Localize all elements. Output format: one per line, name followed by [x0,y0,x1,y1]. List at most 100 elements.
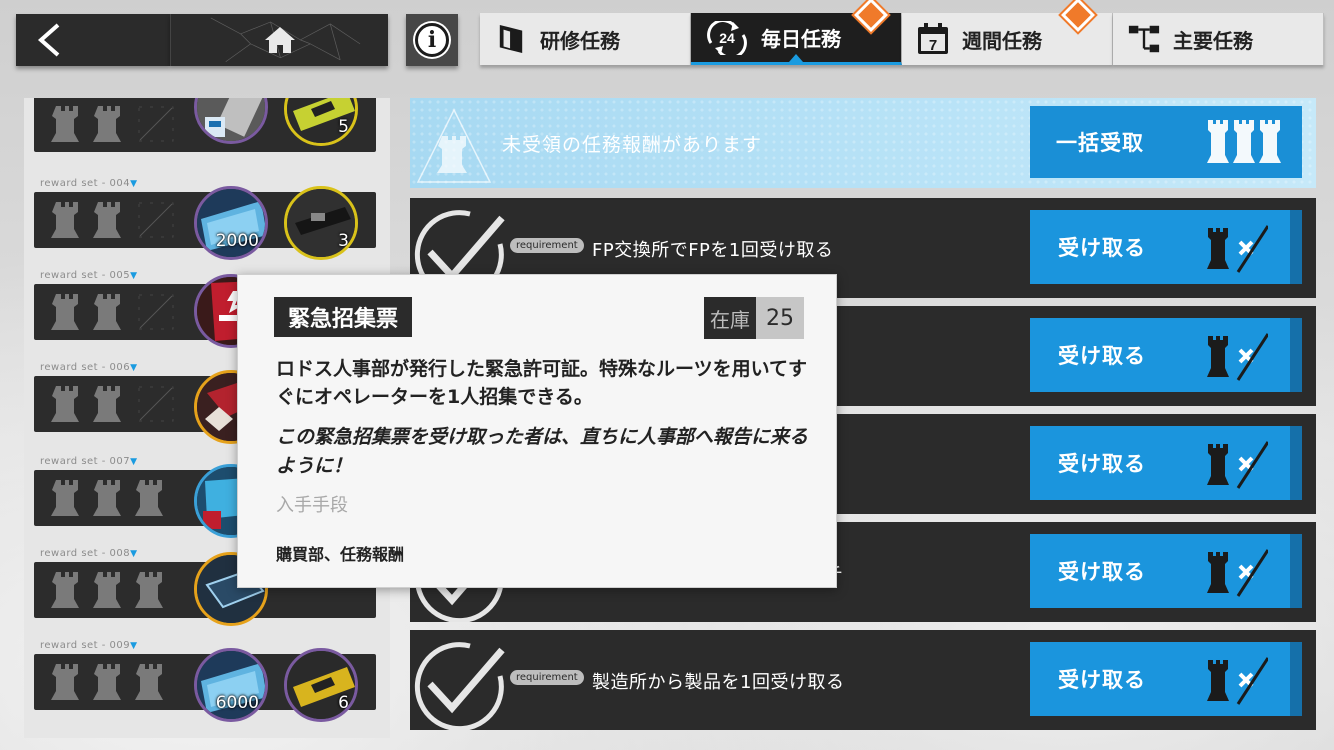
reward-item[interactable]: 3 [284,186,358,260]
tab-daily[interactable]: 24 毎日任務 [691,0,902,65]
empty-slot [138,202,174,238]
reward-item[interactable]: 2000 [194,186,268,260]
rook-icon [135,664,163,700]
reward-set-label: reward set - 007▼ [40,456,138,467]
hierarchy-icon [1127,22,1161,56]
empty-slot [138,106,174,142]
tooltip-quote: この緊急招集票を受け取った者は、直ちに人事部へ報告に来るように！ [276,426,809,477]
checkmark-icon [414,642,505,730]
rook-icon [51,202,79,238]
reward-set-label: reward set - 005▼ [40,270,138,281]
item-count: 5 [338,117,349,137]
unclaimed-banner: 未受領の任務報酬があります 一括受取 [410,98,1316,188]
tab-label: 主要任務 [1173,28,1253,53]
rook-x-icon [1207,333,1268,381]
obtain-text: 購買部、任務報酬 [276,545,405,564]
button-stripe [1290,426,1302,500]
reward-item[interactable]: 5 [284,98,358,146]
stock-indicator: 在庫 25 [704,297,804,339]
tab-main[interactable]: 主要任務 [1113,13,1324,65]
tooltip-description: ロドス人事部が発行した緊急許可証。特殊なルーツを用いてすぐにオペレーターを1人招… [276,358,808,408]
home-icon [264,27,295,53]
claim-button[interactable]: 受け取る [1030,642,1302,716]
rook-icon [93,106,121,142]
rook-x-icon [1207,441,1268,489]
svg-text:7: 7 [929,37,937,54]
claim-button[interactable]: 受け取る [1030,534,1302,608]
requirement-tag: requirement [510,238,584,253]
rook-icon [51,572,79,608]
tooltip-title: 緊急招集票 [274,297,413,337]
item-tooltip: 緊急招集票 在庫 25 ロドス人事部が発行した緊急許可証。特殊なルーツを用いてす… [237,274,837,588]
daily-24-icon: 24 [705,20,749,55]
rook-icon [135,480,163,516]
requirement-tag: requirement [510,670,584,685]
obtain-heading: 入手手段 [276,495,348,516]
claim-button[interactable]: 受け取る [1030,426,1302,500]
claim-all-label: 一括受取 [1056,131,1144,155]
claim-all-button[interactable]: 一括受取 [1030,106,1302,178]
button-stripe [1290,534,1302,608]
back-button[interactable] [16,14,170,66]
banner-text: 未受領の任務報酬があります [502,134,763,156]
reward-set-row[interactable]: 2000 3 [34,186,376,260]
item-count: 3 [338,231,349,251]
calendar-7-icon: 7 [916,22,950,56]
claim-label: 受け取る [1058,236,1146,260]
chevron-left-icon [37,23,60,57]
claim-label: 受け取る [1058,344,1146,368]
tab-label: 毎日任務 [761,27,841,51]
empty-slot [138,294,174,330]
button-stripe [1290,642,1302,716]
reward-set-label: reward set - 009▼ [40,640,138,651]
button-stripe [1290,210,1302,284]
claim-label: 受け取る [1058,452,1146,476]
claim-label: 受け取る [1058,668,1146,692]
rhodes-island-logo [416,108,492,183]
reward-set-label: reward set - 008▼ [40,548,138,559]
mission-description: FP交換所でFPを1回受け取る [592,240,834,261]
claim-label: 受け取る [1058,560,1146,584]
mission-row: requirement 製造所から製品を1回受け取る 受け取る [410,630,1316,730]
info-icon: i [415,23,449,57]
stock-value: 25 [756,297,804,339]
rook-icon [51,664,79,700]
rook-x-icon [1207,549,1268,597]
tab-weekly[interactable]: 7 週間任務 [902,0,1113,65]
rook-icon [93,202,121,238]
reward-item[interactable] [194,98,268,144]
rook-icon [93,386,121,422]
rook-x-icon [1207,657,1268,705]
reward-set-label: reward set - 004▼ [40,178,138,189]
rook-x-icon [1207,225,1268,273]
reward-set-row[interactable]: 5 [34,98,376,152]
rook-icon [51,386,79,422]
reward-item[interactable]: 6000 [194,648,268,722]
active-tab-pointer [789,54,803,62]
claim-button[interactable]: 受け取る [1030,318,1302,392]
item-count: 6 [338,693,349,713]
rook-icon [51,294,79,330]
mission-tabs: 研修任務 24 毎日任務 7 週間任務 主要任務 [480,0,1324,65]
rook-icon [135,572,163,608]
reward-set-row[interactable]: 6000 6 [34,648,376,722]
mission-description: 製造所から製品を1回受け取る [592,672,845,693]
rook-icon [93,480,121,516]
claim-button[interactable]: 受け取る [1030,210,1302,284]
home-button[interactable] [170,14,388,66]
svg-text:24: 24 [719,30,735,46]
tab-training[interactable]: 研修任務 [480,13,691,65]
empty-slot [138,386,174,422]
reward-item[interactable]: 6 [284,648,358,722]
flag-icon [494,22,528,56]
rook-icon [93,664,121,700]
rook-icon [93,294,121,330]
rook-icon [93,572,121,608]
button-stripe [1290,318,1302,392]
item-count: 2000 [215,231,259,251]
info-button[interactable]: i [406,14,458,66]
tab-label: 研修任務 [540,28,620,53]
item-count: 6000 [215,693,259,713]
reward-set-label: reward set - 006▼ [40,362,138,373]
tab-label: 週間任務 [962,28,1042,53]
